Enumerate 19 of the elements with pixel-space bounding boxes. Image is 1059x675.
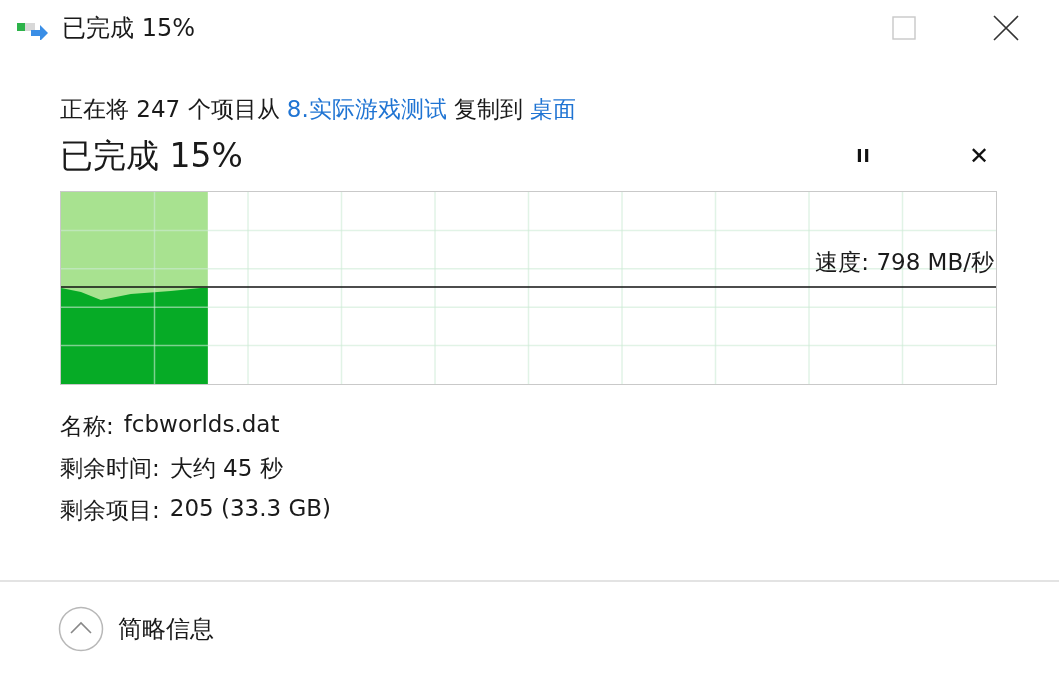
copy-description: 正在将 247 个项目从 8.实际游戏测试 复制到 桌面 (60, 95, 578, 124)
detail-label: 剩余时间: (60, 454, 160, 483)
detail-value: 大约 45 秒 (169, 454, 283, 483)
close-button[interactable] (993, 15, 1019, 41)
detail-label: 剩余项目: (60, 496, 160, 525)
pause-button[interactable]: II (856, 146, 871, 166)
speed-label: 速度: 798 MB/秒 (815, 248, 994, 277)
progress-heading: 已完成 15% (60, 134, 243, 177)
window-title: 已完成 15% (62, 13, 195, 44)
detail-value: 205 (33.3 GB) (169, 495, 332, 523)
maximize-button[interactable] (892, 16, 916, 40)
detail-label: 名称: (60, 412, 114, 441)
collapse-button[interactable] (58, 605, 104, 652)
footer-label[interactable]: 简略信息 (118, 612, 214, 645)
detail-value: fcbworlds.dat (123, 411, 280, 439)
cancel-button[interactable]: ✕ (968, 142, 989, 170)
source-link[interactable]: 8.实际游戏测试 (286, 96, 447, 122)
copy-icon (17, 20, 51, 40)
destination-link[interactable]: 桌面 (530, 96, 577, 122)
